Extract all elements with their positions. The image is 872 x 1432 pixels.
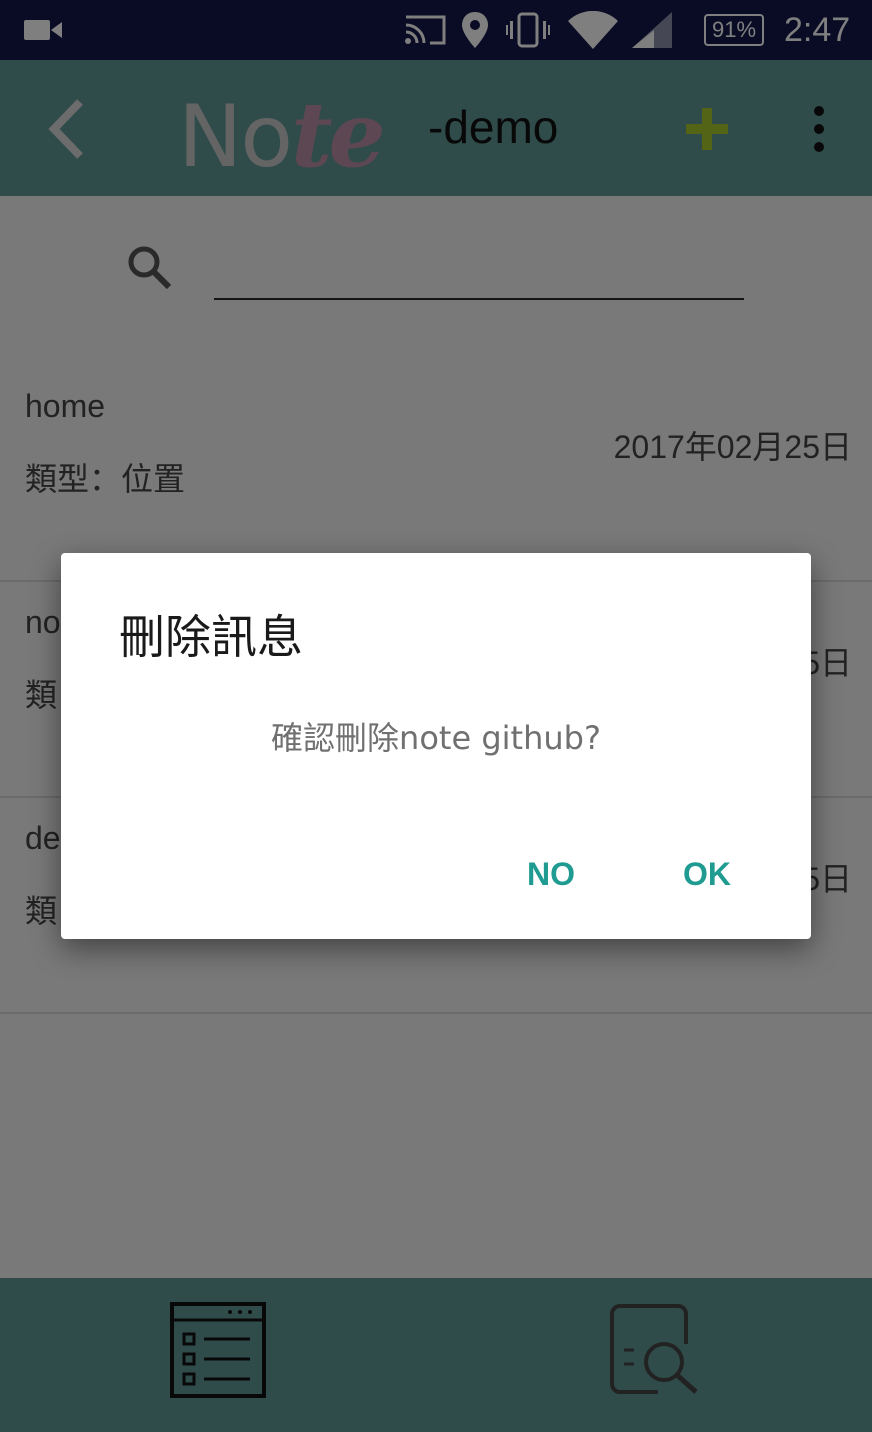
dialog-message: 確認刪除note github? [271, 719, 601, 757]
delete-confirm-dialog: 刪除訊息 確認刪除note github? NO OK [61, 553, 811, 939]
no-button[interactable]: NO [527, 849, 575, 899]
ok-button[interactable]: OK [683, 849, 731, 899]
dialog-title: 刪除訊息 [119, 610, 303, 664]
